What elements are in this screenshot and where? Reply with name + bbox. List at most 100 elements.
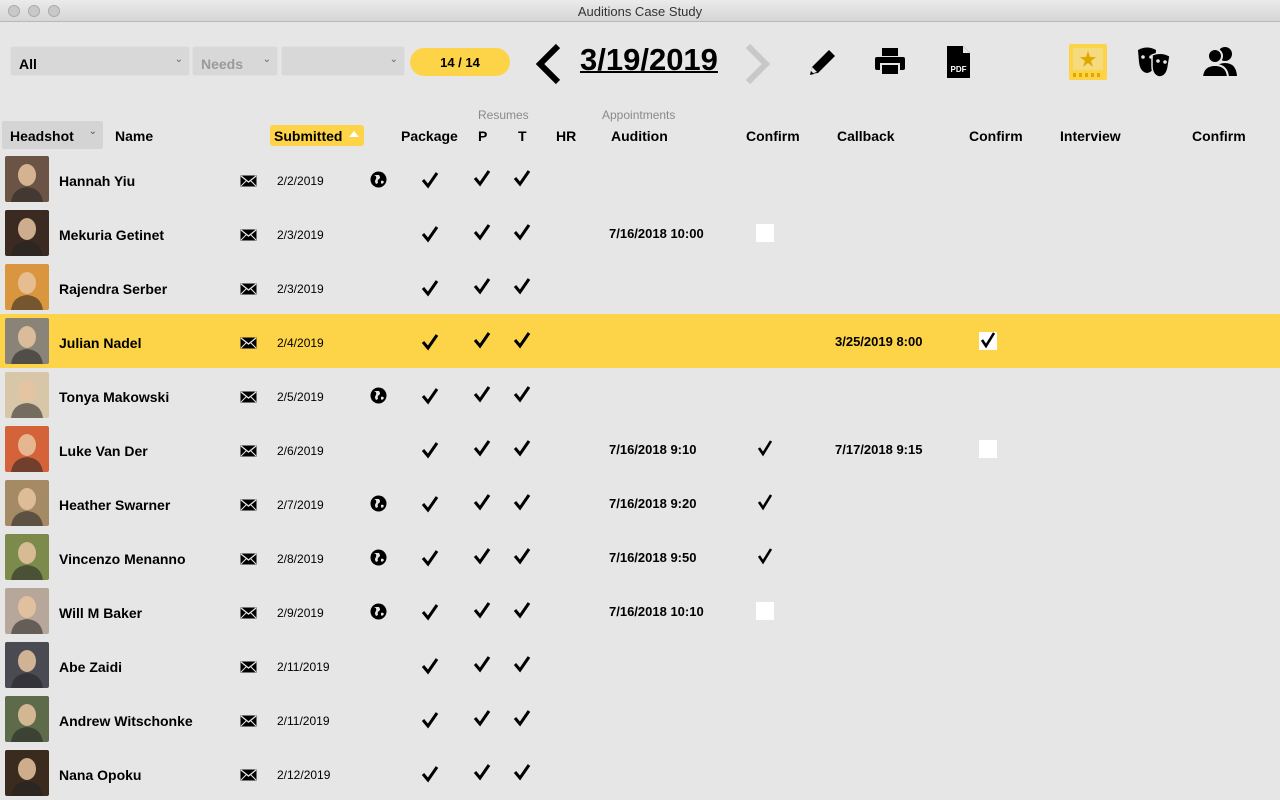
- mail-icon[interactable]: [240, 444, 257, 457]
- chevron-down-icon: ⌄: [174, 54, 183, 65]
- print-button[interactable]: [870, 42, 910, 82]
- theater-view-button[interactable]: [1134, 42, 1174, 82]
- callback-time[interactable]: 7/17/2018 9:15: [835, 442, 922, 457]
- table-row[interactable]: Luke Van Der 2/6/2019 7/16/2018 9:10 7/17/2…: [0, 422, 1280, 476]
- avatar[interactable]: [5, 426, 49, 472]
- applicant-name[interactable]: Abe Zaidi: [59, 659, 122, 675]
- package-column-header[interactable]: Package: [401, 128, 458, 144]
- mail-icon[interactable]: [240, 660, 257, 673]
- applicant-name[interactable]: Tonya Makowski: [59, 389, 169, 405]
- applicant-name[interactable]: Will M Baker: [59, 605, 142, 621]
- applicant-name[interactable]: Hannah Yiu: [59, 173, 135, 189]
- headshot-column-header[interactable]: Headshot ⌄: [2, 121, 103, 149]
- stage-view-button[interactable]: [1066, 42, 1110, 82]
- table-row[interactable]: Tonya Makowski 2/5/2019: [0, 368, 1280, 422]
- people-view-button[interactable]: [1200, 42, 1240, 82]
- avatar[interactable]: [5, 210, 49, 256]
- globe-icon[interactable]: [370, 387, 387, 404]
- table-row[interactable]: Nana Opoku 2/12/2019: [0, 746, 1280, 800]
- mail-icon[interactable]: [240, 390, 257, 403]
- current-date-title[interactable]: 3/19/2019: [580, 42, 718, 78]
- submitted-column-header[interactable]: Submitted: [270, 125, 364, 146]
- avatar[interactable]: [5, 318, 49, 364]
- callback-confirm-column-header[interactable]: Confirm: [969, 128, 1023, 144]
- audition-confirm-checkbox[interactable]: [756, 224, 774, 242]
- resume-t-check-icon: [512, 438, 532, 458]
- p-column-header[interactable]: P: [478, 128, 487, 144]
- callback-confirm-checkbox[interactable]: [979, 332, 997, 350]
- mail-icon[interactable]: [240, 174, 257, 187]
- mail-icon[interactable]: [240, 552, 257, 565]
- package-check-icon: [420, 278, 440, 298]
- mail-icon[interactable]: [240, 768, 257, 781]
- filter-all-dropdown[interactable]: All ⌄: [10, 46, 190, 76]
- pdf-export-button[interactable]: PDF: [938, 42, 978, 82]
- audition-column-header[interactable]: Audition: [611, 128, 668, 144]
- table-row[interactable]: Andrew Witschonke 2/11/2019: [0, 692, 1280, 746]
- audition-confirm-checkbox[interactable]: [756, 494, 774, 512]
- mail-icon[interactable]: [240, 606, 257, 619]
- globe-icon[interactable]: [370, 171, 387, 188]
- globe-icon[interactable]: [370, 549, 387, 566]
- avatar[interactable]: [5, 588, 49, 634]
- table-row[interactable]: Abe Zaidi 2/11/2019: [0, 638, 1280, 692]
- mail-icon[interactable]: [240, 714, 257, 727]
- next-date-button[interactable]: [740, 42, 774, 86]
- hr-column-header[interactable]: HR: [556, 128, 576, 144]
- avatar[interactable]: [5, 372, 49, 418]
- applicant-name[interactable]: Nana Opoku: [59, 767, 141, 783]
- audition-time[interactable]: 7/16/2018 9:20: [609, 496, 696, 511]
- audition-time[interactable]: 7/16/2018 9:10: [609, 442, 696, 457]
- table-row[interactable]: Heather Swarner 2/7/2019 7/16/2018 9:20: [0, 476, 1280, 530]
- resume-t-check-icon: [512, 546, 532, 566]
- avatar[interactable]: [5, 156, 49, 202]
- table-row[interactable]: Mekuria Getinet 2/3/2019 7/16/2018 10:00: [0, 206, 1280, 260]
- table-row[interactable]: Julian Nadel 2/4/2019 3/25/2019 8:00: [0, 314, 1280, 368]
- applicant-name[interactable]: Rajendra Serber: [59, 281, 167, 297]
- callback-confirm-checkbox[interactable]: [979, 440, 997, 458]
- filter-needs-dropdown[interactable]: Needs ⌄: [192, 46, 278, 76]
- callback-time[interactable]: 3/25/2019 8:00: [835, 334, 922, 349]
- applicant-name[interactable]: Luke Van Der: [59, 443, 148, 459]
- table-row[interactable]: Vincenzo Menanno 2/8/2019 7/16/2018 9:50: [0, 530, 1280, 584]
- mail-icon[interactable]: [240, 498, 257, 511]
- avatar[interactable]: [5, 534, 49, 580]
- table-row[interactable]: Will M Baker 2/9/2019 7/16/2018 10:10: [0, 584, 1280, 638]
- prev-date-button[interactable]: [532, 42, 566, 86]
- submitted-date: 2/12/2019: [277, 768, 331, 782]
- applicant-name[interactable]: Vincenzo Menanno: [59, 551, 186, 567]
- globe-icon[interactable]: [370, 603, 387, 620]
- avatar[interactable]: [5, 696, 49, 742]
- name-column-header[interactable]: Name: [115, 128, 153, 144]
- avatar[interactable]: [5, 264, 49, 310]
- interview-confirm-column-header[interactable]: Confirm: [1192, 128, 1246, 144]
- table-row[interactable]: Rajendra Serber 2/3/2019: [0, 260, 1280, 314]
- audition-time[interactable]: 7/16/2018 10:10: [609, 604, 704, 619]
- audition-confirm-checkbox[interactable]: [756, 548, 774, 566]
- interview-column-header[interactable]: Interview: [1060, 128, 1121, 144]
- mail-icon[interactable]: [240, 228, 257, 241]
- applicant-name[interactable]: Julian Nadel: [59, 335, 141, 351]
- audition-time[interactable]: 7/16/2018 9:50: [609, 550, 696, 565]
- avatar[interactable]: [5, 750, 49, 796]
- audition-confirm-checkbox[interactable]: [756, 440, 774, 458]
- applicant-name[interactable]: Andrew Witschonke: [59, 713, 193, 729]
- avatar[interactable]: [5, 480, 49, 526]
- submitted-date: 2/11/2019: [277, 714, 330, 728]
- globe-icon[interactable]: [370, 495, 387, 512]
- mail-icon[interactable]: [240, 336, 257, 349]
- audition-confirm-column-header[interactable]: Confirm: [746, 128, 800, 144]
- audition-time[interactable]: 7/16/2018 10:00: [609, 226, 704, 241]
- package-check-icon: [420, 548, 440, 568]
- mail-icon[interactable]: [240, 282, 257, 295]
- t-column-header[interactable]: T: [518, 128, 527, 144]
- audition-confirm-checkbox[interactable]: [756, 602, 774, 620]
- table-row[interactable]: Hannah Yiu 2/2/2019: [0, 152, 1280, 206]
- applicant-name[interactable]: Heather Swarner: [59, 497, 170, 513]
- applicant-name[interactable]: Mekuria Getinet: [59, 227, 164, 243]
- edit-button[interactable]: [802, 42, 842, 82]
- filter-third-dropdown[interactable]: ⌄: [281, 46, 405, 76]
- callback-column-header[interactable]: Callback: [837, 128, 895, 144]
- pdf-icon: PDF: [947, 46, 970, 78]
- avatar[interactable]: [5, 642, 49, 688]
